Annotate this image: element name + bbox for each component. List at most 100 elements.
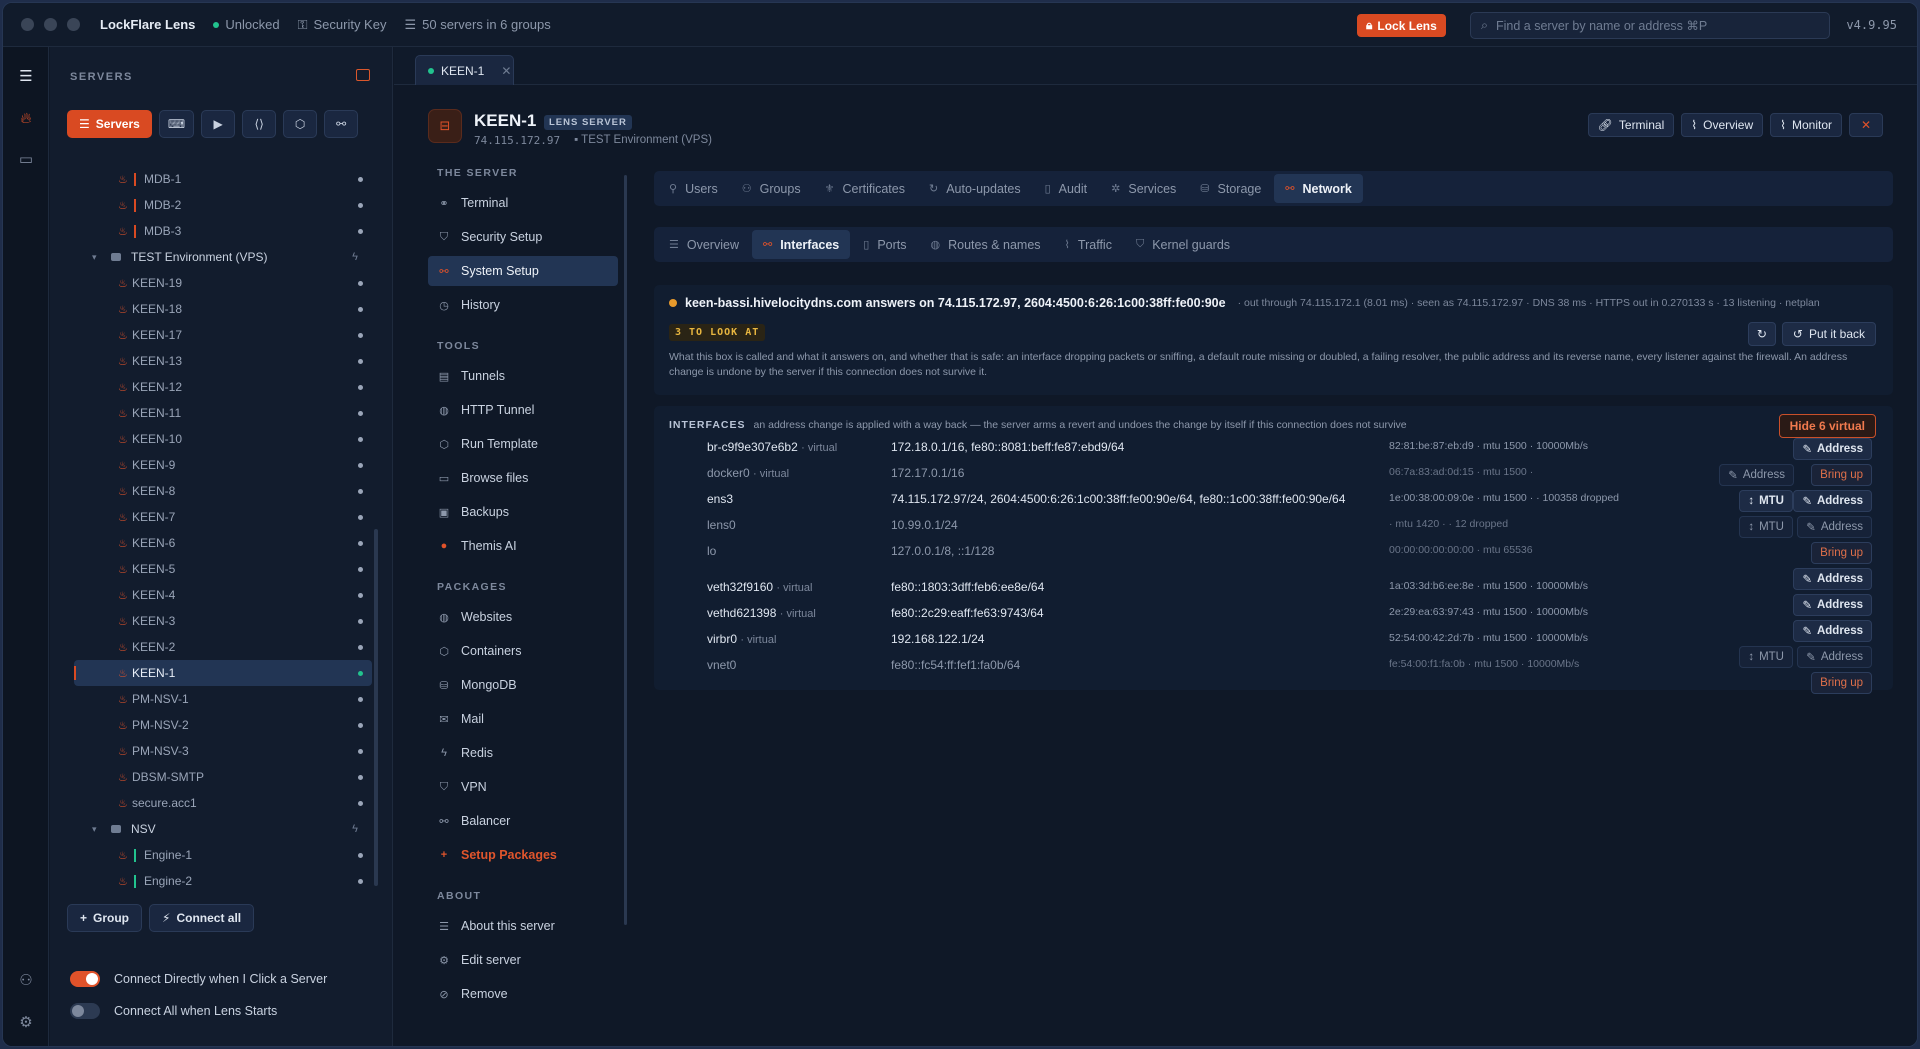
tree-group[interactable]: ▾ TEST Environment (VPS) ϟ (74, 244, 372, 270)
subnav-remove[interactable]: ⊘ Remove (428, 979, 618, 1009)
tree-server[interactable]: ♨ KEEN-17 (74, 322, 372, 348)
subnav-mail[interactable]: ✉ Mail (428, 704, 618, 734)
tree-server[interactable]: ♨ KEEN-1 (74, 660, 372, 686)
people-icon[interactable]: ⚇ (15, 969, 37, 991)
tab-keen-1[interactable]: KEEN-1 ✕ (415, 55, 514, 85)
subnav-about-server[interactable]: ☰ About this server (428, 911, 618, 941)
tree-server[interactable]: ♨ KEEN-19 (74, 270, 372, 296)
subnav-containers[interactable]: ⬡ Containers (428, 636, 618, 666)
tree-server[interactable]: ♨ PM-NSV-3 (74, 738, 372, 764)
bring-up-button[interactable]: Bring up (1811, 464, 1872, 486)
subnav-vpn[interactable]: ⛉ VPN (428, 772, 618, 802)
tree-server[interactable]: ♨ KEEN-6 (74, 530, 372, 556)
tree-server[interactable]: ♨ KEEN-13 (74, 348, 372, 374)
tab-net-interfaces[interactable]: ⚯ Interfaces (751, 230, 851, 259)
tab-certificates[interactable]: ⚜ Certificates (814, 174, 916, 203)
terminal-view-button[interactable]: ⌨ (158, 110, 195, 138)
subnav-themis-ai[interactable]: ● Themis AI (428, 531, 618, 561)
subnav-run-template[interactable]: ⬡ Run Template (428, 429, 618, 459)
minimize-window-button[interactable] (44, 18, 57, 31)
subnav-tunnels[interactable]: ▤ Tunnels (428, 361, 618, 391)
tree-server[interactable]: ♨ Engine-2 (74, 868, 372, 894)
tree-server[interactable]: ♨ KEEN-2 (74, 634, 372, 660)
tab-storage[interactable]: ⛁ Storage (1189, 174, 1272, 203)
gear-icon[interactable]: ⚙ (15, 1011, 37, 1033)
tree-server[interactable]: ♨ KEEN-7 (74, 504, 372, 530)
code-view-button[interactable]: ⟨⟩ (242, 110, 277, 138)
tab-auto-updates[interactable]: ↻ Auto-updates (918, 174, 1032, 203)
tab-users[interactable]: ⚲ Users (658, 174, 729, 203)
tree-server[interactable]: ♨ Engine-1 (74, 842, 372, 868)
chevron-down-icon[interactable]: ▾ (92, 252, 97, 263)
tab-groups[interactable]: ⚇ Groups (731, 174, 812, 203)
address-button[interactable]: ✎ Address (1793, 568, 1872, 590)
tab-net-overview[interactable]: ☰ Overview (658, 230, 750, 259)
tab-net-traffic[interactable]: ⌇ Traffic (1054, 230, 1123, 259)
topology-view-button[interactable]: ⚯ (324, 110, 359, 138)
terminal-button[interactable]: 🔗︎ Terminal (1587, 113, 1675, 137)
add-group-button[interactable]: + Group (67, 904, 143, 932)
server-search-input[interactable]: ⌕ Find a server by name or address ⌘P (1470, 12, 1830, 39)
address-button[interactable]: ✎ Address (1793, 620, 1872, 642)
tree-server[interactable]: ♨ KEEN-12 (74, 374, 372, 400)
tree-server[interactable]: ♨ MDB-1 (74, 166, 372, 192)
subnav-terminal[interactable]: ⚭ Terminal (428, 188, 618, 218)
tab-network[interactable]: ⚯ Network (1274, 174, 1363, 203)
subnav-redis[interactable]: ϟ Redis (428, 738, 618, 768)
sidebar-collapse-icon[interactable] (356, 69, 370, 81)
refresh-button[interactable]: ↻ (1747, 322, 1776, 346)
subnav-system-setup[interactable]: ⚯ System Setup (428, 256, 618, 286)
put-it-back-button[interactable]: ↺ Put it back (1781, 322, 1876, 346)
subnav-backups[interactable]: ▣ Backups (428, 497, 618, 527)
zoom-window-button[interactable] (67, 18, 80, 31)
bring-up-button[interactable]: Bring up (1811, 542, 1872, 564)
monitor-button[interactable]: ⌇ Monitor (1770, 113, 1842, 137)
tab-net-ports[interactable]: ▯ Ports (852, 230, 917, 259)
connect-on-start-toggle[interactable] (70, 1003, 100, 1019)
tree-scrollbar[interactable] (374, 529, 378, 886)
address-button[interactable]: ✎ Address (1719, 464, 1794, 486)
subnav-http-tunnel[interactable]: ◍ HTTP Tunnel (428, 395, 618, 425)
mtu-button[interactable]: ↕ MTU (1739, 516, 1793, 538)
connect-directly-toggle[interactable] (70, 971, 100, 987)
address-button[interactable]: ✎ Address (1793, 594, 1872, 616)
tree-server[interactable]: ♨ PM-NSV-1 (74, 686, 372, 712)
tree-server[interactable]: ♨ KEEN-11 (74, 400, 372, 426)
lock-lens-button[interactable]: 🔒︎ Lock Lens (1357, 14, 1446, 37)
subnav-edit-server[interactable]: ⚙ Edit server (428, 945, 618, 975)
connect-group-icon[interactable]: ϟ (352, 251, 358, 263)
folder-icon[interactable]: ▭ (15, 148, 37, 170)
subnav-security-setup[interactable]: ⛉ Security Setup (428, 222, 618, 252)
tree-server[interactable]: ♨ MDB-3 (74, 218, 372, 244)
tree-server[interactable]: ♨ KEEN-3 (74, 608, 372, 634)
tree-server[interactable]: ♨ KEEN-5 (74, 556, 372, 582)
servers-view-button[interactable]: ☰ Servers (67, 110, 152, 138)
subnav-browse-files[interactable]: ▭ Browse files (428, 463, 618, 493)
tree-server[interactable]: ♨ DBSM-SMTP (74, 764, 372, 790)
tab-net-kernel[interactable]: ⛉ Kernel guards (1125, 230, 1241, 259)
tree-server[interactable]: ♨ secure.acc1 (74, 790, 372, 816)
run-view-button[interactable]: ▶ (201, 110, 236, 138)
close-server-button[interactable]: ✕ (1849, 113, 1883, 137)
security-key-indicator[interactable]: ⚿ Security Key (298, 17, 387, 33)
address-button[interactable]: ✎ Address (1793, 490, 1872, 512)
tab-services[interactable]: ✲ Services (1100, 174, 1187, 203)
subnav-balancer[interactable]: ⚯ Balancer (428, 806, 618, 836)
subnav-mongodb[interactable]: ⛁ MongoDB (428, 670, 618, 700)
package-view-button[interactable]: ⬡ (283, 110, 318, 138)
chevron-down-icon[interactable]: ▾ (92, 824, 97, 835)
connect-all-button[interactable]: ⚡︎ Connect all (149, 904, 255, 932)
address-button[interactable]: ✎ Address (1797, 646, 1872, 668)
connect-group-icon[interactable]: ϟ (352, 823, 358, 835)
mtu-button[interactable]: ↕ MTU (1739, 646, 1793, 668)
overview-button[interactable]: ⌇ Overview (1681, 113, 1764, 137)
mtu-button[interactable]: ↕ MTU (1739, 490, 1793, 512)
subnav-websites[interactable]: ◍ Websites (428, 602, 618, 632)
tree-server[interactable]: ♨ MDB-2 (74, 192, 372, 218)
subnav-scrollbar[interactable] (624, 175, 627, 925)
tree-server[interactable]: ♨ PM-NSV-2 (74, 712, 372, 738)
tab-net-routes[interactable]: ◍ Routes & names (920, 230, 1052, 259)
close-window-button[interactable] (21, 18, 34, 31)
servers-rail-icon[interactable]: ☰ (15, 65, 37, 87)
bring-up-button[interactable]: Bring up (1811, 672, 1872, 694)
